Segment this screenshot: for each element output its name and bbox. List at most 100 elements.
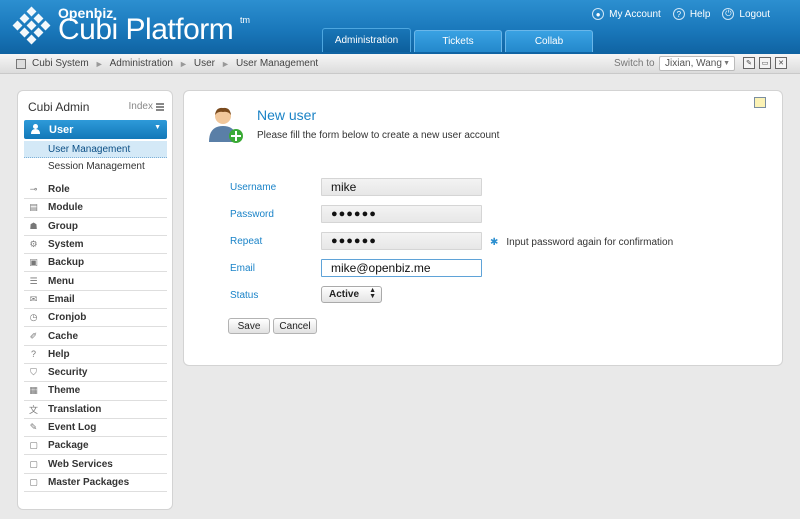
sidebar-item-group[interactable]: ☗ Group bbox=[24, 218, 167, 236]
sidebar-item-menu[interactable]: ☰ Menu bbox=[24, 272, 167, 291]
sidebar-item-cronjob[interactable]: ◷ Cronjob bbox=[24, 309, 167, 328]
sidebar-item-package[interactable]: ▢ Package bbox=[24, 437, 167, 456]
sidebar-item-label: Menu bbox=[48, 275, 75, 287]
sidebar-item-module[interactable]: ▤ Module bbox=[24, 199, 167, 218]
main-tabs: Administration Tickets Collab bbox=[322, 28, 593, 52]
sidebar-item-label: System bbox=[48, 239, 84, 251]
password-label: Password bbox=[230, 209, 274, 220]
logout-icon: ⏻ bbox=[722, 8, 735, 20]
sidebar-item-session-management[interactable]: Session Management bbox=[24, 158, 167, 175]
cancel-button[interactable]: Cancel bbox=[273, 318, 317, 334]
list-icon bbox=[156, 102, 164, 111]
app-header: Openbiz Cubi Platform tm ● My Account ? … bbox=[0, 0, 800, 54]
note-icon[interactable] bbox=[754, 97, 766, 108]
chevron-down-icon: ▼ bbox=[154, 124, 161, 131]
sidebar-item-label: Role bbox=[48, 184, 70, 196]
sidebar-item-translation[interactable]: 文 Translation bbox=[24, 401, 167, 419]
module-icon: ▤ bbox=[29, 202, 38, 213]
sidebar-item-cache[interactable]: ✐ Cache bbox=[24, 327, 167, 346]
translation-icon: 文 bbox=[28, 404, 38, 415]
sidebar-item-web-services[interactable]: ▢ Web Services bbox=[24, 455, 167, 474]
new-user-icon bbox=[209, 107, 243, 143]
cache-icon: ✐ bbox=[29, 330, 38, 341]
breadcrumb: Cubi System ► Administration ► User ► Us… bbox=[16, 58, 318, 69]
top-links: ● My Account ? Help ⏻ Logout bbox=[592, 8, 770, 20]
sidebar-item-label: Translation bbox=[48, 403, 102, 415]
sidebar-item-system[interactable]: ⚙ System bbox=[24, 236, 167, 255]
my-account-label: My Account bbox=[609, 8, 661, 20]
sidebar-item-event-log[interactable]: ✎ Event Log bbox=[24, 419, 167, 438]
master-package-icon: ▢ bbox=[29, 476, 38, 487]
repeat-hint-text: Input password again for confirmation bbox=[506, 237, 674, 248]
breadcrumb-item[interactable]: Cubi System bbox=[32, 58, 89, 69]
sidebar-item-user-management[interactable]: User Management bbox=[24, 141, 167, 158]
switch-to-label: Switch to bbox=[614, 58, 655, 69]
sidebar-menu: ⊸ Role ▤ Module ☗ Group ⚙ System ▣ Backup ☰ Me… bbox=[24, 181, 167, 493]
updown-arrow-icon: ▲ ▼ bbox=[369, 287, 376, 300]
sidebar-submenu: User Management Session Management bbox=[24, 141, 167, 175]
help-label: Help bbox=[689, 8, 711, 20]
openbiz-logo-icon bbox=[12, 6, 51, 45]
password-field[interactable]: ●●●●●● bbox=[321, 205, 482, 223]
switch-user-select[interactable]: Jixian, Wang ▼ bbox=[659, 56, 735, 71]
logout-label: Logout bbox=[739, 8, 770, 20]
chevron-down-icon: ▼ bbox=[723, 60, 730, 67]
sidebar-item-label: Email bbox=[48, 293, 75, 305]
tools-icon[interactable]: ✕ bbox=[775, 57, 787, 69]
home-icon bbox=[16, 58, 26, 69]
toolbar-icons: ✎ ▭ ✕ bbox=[743, 57, 787, 69]
email-field[interactable]: mike@openbiz.me bbox=[321, 259, 482, 277]
help-link[interactable]: ? Help bbox=[672, 8, 711, 20]
menu-icon: ☰ bbox=[29, 275, 38, 286]
tab-administration[interactable]: Administration bbox=[322, 28, 411, 52]
sidebar-item-theme[interactable]: ▦ Theme bbox=[24, 382, 167, 401]
key-icon: ⊸ bbox=[29, 184, 38, 195]
sidebar-item-role[interactable]: ⊸ Role bbox=[24, 181, 167, 200]
logout-link[interactable]: ⏻ Logout bbox=[722, 8, 770, 20]
sidebar-item-label: Group bbox=[48, 220, 78, 232]
sidebar-item-email[interactable]: ✉ Email bbox=[24, 291, 167, 310]
sidebar-group-user[interactable]: User ▼ bbox=[24, 120, 167, 139]
tab-tickets[interactable]: Tickets bbox=[414, 30, 502, 52]
sidebar-item-label: Web Services bbox=[48, 458, 113, 470]
package-icon: ▢ bbox=[29, 440, 38, 451]
theme-icon: ▦ bbox=[29, 385, 38, 396]
breadcrumb-item: User Management bbox=[235, 58, 319, 69]
save-button[interactable]: Save bbox=[228, 318, 270, 334]
log-icon: ✎ bbox=[29, 422, 38, 432]
breadcrumb-separator: ► bbox=[178, 58, 188, 69]
sidebar-item-label: Cronjob bbox=[48, 312, 87, 324]
gear-icon: ⚙ bbox=[29, 239, 38, 250]
repeat-password-field[interactable]: ●●●●●● bbox=[321, 232, 482, 250]
sidebar-item-label: Security bbox=[48, 367, 88, 379]
breadcrumb-item[interactable]: Administration bbox=[110, 58, 173, 69]
help-icon: ? bbox=[672, 8, 685, 20]
sidebar: Cubi Admin Index User ▼ User Management … bbox=[17, 90, 173, 510]
screen-icon[interactable]: ▭ bbox=[759, 57, 771, 69]
person-icon: ● bbox=[592, 8, 605, 20]
backup-icon: ▣ bbox=[29, 257, 38, 268]
sidebar-item-label: Package bbox=[48, 440, 89, 452]
tab-collab[interactable]: Collab bbox=[505, 30, 593, 52]
status-select[interactable]: Active ▲ ▼ bbox=[321, 286, 382, 303]
sidebar-item-backup[interactable]: ▣ Backup bbox=[24, 254, 167, 273]
breadcrumb-bar: Cubi System ► Administration ► User ► Us… bbox=[0, 54, 800, 74]
sidebar-index-link[interactable]: Index bbox=[129, 101, 164, 112]
my-account-link[interactable]: ● My Account bbox=[592, 8, 661, 20]
sidebar-item-master-packages[interactable]: ▢ Master Packages bbox=[24, 474, 167, 493]
sidebar-item-label: Event Log bbox=[48, 422, 97, 433]
asterisk-icon: ✱ bbox=[490, 237, 499, 248]
clock-icon: ◷ bbox=[29, 312, 38, 323]
sidebar-item-label: Master Packages bbox=[48, 476, 130, 488]
repeat-password-label: Repeat bbox=[230, 236, 263, 247]
sidebar-group-label: User bbox=[49, 123, 74, 136]
breadcrumb-item[interactable]: User bbox=[194, 58, 215, 69]
sidebar-item-security[interactable]: ⛉ Security bbox=[24, 364, 167, 383]
edit-icon[interactable]: ✎ bbox=[743, 57, 755, 69]
email-icon: ✉ bbox=[29, 293, 38, 304]
sidebar-item-label: Backup bbox=[48, 257, 85, 269]
sidebar-item-help[interactable]: ? Help bbox=[24, 346, 167, 364]
username-field[interactable]: mike bbox=[321, 178, 482, 196]
sidebar-item-label: Theme bbox=[48, 385, 81, 397]
main-panel: New user Please fill the form below to c… bbox=[183, 90, 783, 366]
